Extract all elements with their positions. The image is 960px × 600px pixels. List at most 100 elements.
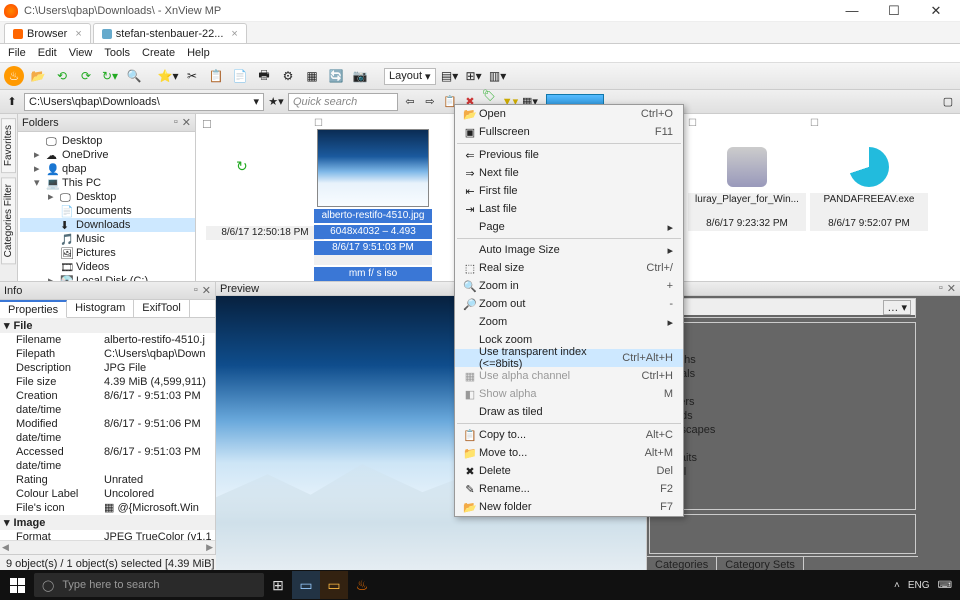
context-menu-item[interactable]: ⇥Last file — [455, 200, 683, 218]
context-menu-item[interactable]: 📂New folderF7 — [455, 498, 683, 516]
panel-float-icon[interactable]: ▫ — [939, 282, 943, 295]
tray-lang[interactable]: ENG — [908, 580, 930, 591]
folder-open-icon[interactable]: 📂 — [28, 66, 48, 86]
context-menu-item[interactable]: ✖DeleteDel — [455, 462, 683, 480]
category-item[interactable]: os — [650, 325, 915, 339]
tree-item[interactable]: ⬇Downloads — [20, 218, 195, 232]
convert-icon[interactable]: 🔄 — [326, 66, 346, 86]
start-button[interactable] — [0, 570, 34, 600]
folder-tree[interactable]: 🖵Desktop▸☁OneDrive▸👤qbap▾💻This PC▸🖵Deskt… — [18, 132, 195, 281]
camera-icon[interactable]: 📷 — [350, 66, 370, 86]
context-menu-item[interactable]: 🔍Zoom in+ — [455, 277, 683, 295]
h-scrollbar[interactable]: ◀▶ — [0, 540, 215, 554]
forward-icon[interactable]: ⟳ — [76, 66, 96, 86]
taskbar-app-1[interactable]: ▭ — [292, 571, 320, 599]
context-menu-item[interactable]: ▣FullscreenF11 — [455, 123, 683, 141]
star-icon[interactable]: ⭐▾ — [158, 66, 178, 86]
tree-item[interactable]: 🎵Music — [20, 232, 195, 246]
thumb-card-selected[interactable]: ☐ alberto-restifo-4510.jpg 6048x4032 – 4… — [314, 118, 432, 281]
view-mode-icon[interactable]: ▤▾ — [440, 66, 460, 86]
tab-close-icon[interactable]: × — [231, 28, 237, 40]
menu-edit[interactable]: Edit — [38, 47, 57, 59]
menu-file[interactable]: File — [8, 47, 26, 59]
sort-icon[interactable]: ⊞▾ — [464, 66, 484, 86]
context-menu-item[interactable]: Zoom — [455, 313, 683, 331]
back-icon[interactable]: ⟲ — [52, 66, 72, 86]
flame-icon[interactable]: ♨ — [4, 66, 24, 86]
category-item[interactable]: ures — [650, 479, 915, 493]
up-icon[interactable]: ⬆ — [4, 94, 20, 110]
refresh-icon[interactable]: ↻▾ — [100, 66, 120, 86]
batch-icon[interactable]: ▦ — [302, 66, 322, 86]
thumb-card[interactable]: ☐ PANDAFREEAV.exe 8/6/17 9:52:07 PM — [810, 118, 928, 231]
category-item[interactable]: Portraits — [650, 451, 915, 465]
context-menu-item[interactable]: ⇤First file — [455, 182, 683, 200]
close-button[interactable]: ✕ — [922, 3, 950, 19]
category-item[interactable]: Landscapes — [650, 423, 915, 437]
nav-fwd-icon[interactable]: ⇨ — [422, 94, 438, 110]
thumb-card[interactable]: ☐ luray_Player_for_Win... 8/6/17 9:23:32… — [688, 118, 806, 231]
category-item[interactable]: Pets — [650, 437, 915, 451]
tree-item[interactable]: ▸☁OneDrive — [20, 148, 195, 162]
tab-browser[interactable]: Browser × — [4, 23, 91, 43]
context-menu-item[interactable]: ⬚Real sizeCtrl+/ — [455, 259, 683, 277]
menu-create[interactable]: Create — [142, 47, 175, 59]
category-item[interactable]: Travel — [650, 465, 915, 479]
context-menu-item[interactable]: ⇒Next file — [455, 164, 683, 182]
tab-properties[interactable]: Properties — [0, 300, 67, 318]
settings-icon[interactable]: ⚙ — [278, 66, 298, 86]
nav-back-icon[interactable]: ⇦ — [402, 94, 418, 110]
tree-item[interactable]: ▾💻This PC — [20, 176, 195, 190]
favorite-icon[interactable]: ★▾ — [268, 94, 284, 110]
tree-item[interactable]: ▸💽Local Disk (C:) — [20, 274, 195, 281]
tree-item[interactable]: 🖼Pictures — [20, 246, 195, 260]
panel-close-icon[interactable]: ✕ — [182, 116, 191, 129]
taskbar-app-2[interactable]: ▭ — [320, 571, 348, 599]
category-item[interactable]: amily — [650, 381, 915, 395]
category-item[interactable]: ings — [650, 339, 915, 353]
category-assign-box[interactable]: … ▾ — [650, 299, 915, 315]
category-item[interactable]: Friends — [650, 409, 915, 423]
path-input[interactable]: C:\Users\qbap\Downloads\▾ — [24, 93, 264, 111]
menu-tools[interactable]: Tools — [104, 47, 130, 59]
panel-close-icon[interactable]: ✕ — [947, 282, 956, 295]
context-menu[interactable]: 📂OpenCtrl+O▣FullscreenF11 ⇐Previous file⇒… — [454, 104, 684, 517]
tree-item[interactable]: ▸👤qbap — [20, 162, 195, 176]
print-icon[interactable]: 🖶 — [254, 66, 274, 86]
context-menu-item[interactable]: ⇐Previous file — [455, 146, 683, 164]
category-item[interactable]: ographs — [650, 353, 915, 367]
tab-histogram[interactable]: Histogram — [67, 300, 134, 317]
panel-float-icon[interactable]: ▫ — [174, 116, 178, 129]
task-view-icon[interactable]: ⊞ — [264, 571, 292, 599]
context-menu-item[interactable]: Page — [455, 218, 683, 236]
category-list[interactable]: osingsographsAnimalsamilyFlowersFriendsL… — [650, 323, 915, 509]
category-item[interactable]: Flowers — [650, 395, 915, 409]
context-menu-item[interactable]: 📁Move to...Alt+M — [455, 444, 683, 462]
thumb-size-icon[interactable]: ▥▾ — [488, 66, 508, 86]
panel-close-icon[interactable]: ✕ — [202, 284, 211, 297]
tree-item[interactable]: 🎞Videos — [20, 260, 195, 274]
taskbar-search[interactable]: ◯Type here to search — [34, 573, 264, 597]
tree-item[interactable]: 📄Documents — [20, 204, 195, 218]
tray-keyboard-icon[interactable]: ⌨ — [938, 580, 952, 591]
panel-toggle-icon[interactable]: ▢ — [940, 94, 956, 110]
minimize-button[interactable]: — — [838, 3, 866, 19]
context-menu-item[interactable]: Auto Image Size — [455, 241, 683, 259]
context-menu-item[interactable]: 📋Copy to...Alt+C — [455, 426, 683, 444]
context-menu-item[interactable]: 📂OpenCtrl+O — [455, 105, 683, 123]
tree-item[interactable]: 🖵Desktop — [20, 134, 195, 148]
copy-icon[interactable]: 📋 — [206, 66, 226, 86]
tab-image[interactable]: stefan-stenbauer-22... × — [93, 23, 247, 43]
menu-view[interactable]: View — [69, 47, 93, 59]
paste-icon[interactable]: 📄 — [230, 66, 250, 86]
context-menu-item[interactable]: 🔎Zoom out- — [455, 295, 683, 313]
checkbox-icon[interactable]: ☐ — [202, 118, 212, 131]
menu-help[interactable]: Help — [187, 47, 210, 59]
context-menu-item[interactable]: Draw as tiled — [455, 403, 683, 421]
tab-exiftool[interactable]: ExifTool — [134, 300, 190, 317]
category-item[interactable]: os — [650, 493, 915, 507]
tray-chevron-icon[interactable]: ˄ — [894, 580, 900, 591]
quick-search-input[interactable]: Quick search — [288, 93, 398, 111]
zoom-icon[interactable]: 🔍 — [124, 66, 144, 86]
maximize-button[interactable]: ☐ — [880, 3, 908, 19]
